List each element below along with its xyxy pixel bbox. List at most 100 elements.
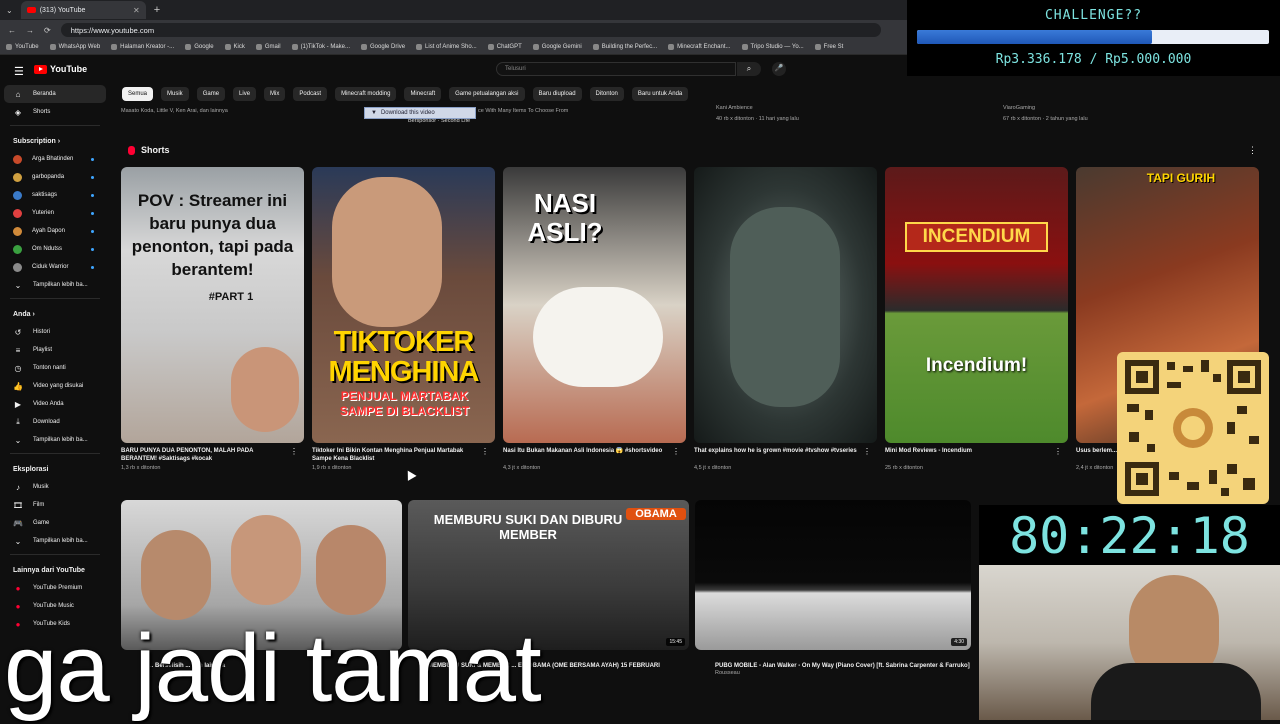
bookmark-favicon-icon bbox=[592, 44, 599, 50]
video-card[interactable]: 4:30 PUBG MOBILE - Alan Walker - On My W… bbox=[695, 500, 971, 676]
short-thumbnail[interactable]: TIKTOKER MENGHINA PENJUAL MARTABAK SAMPE… bbox=[312, 167, 495, 443]
sidebar-item-show-more-subs[interactable]: ⌄ Tampilkan lebih ba... bbox=[0, 276, 110, 294]
sidebar-item[interactable]: ● YouTube Music bbox=[0, 597, 110, 615]
bookmark-item[interactable]: ChatGPT bbox=[487, 44, 522, 50]
sidebar-item[interactable]: 👍 Video yang disukai bbox=[0, 377, 110, 395]
challenge-title: CHALLENGE?? bbox=[1044, 8, 1143, 23]
filter-chip[interactable]: Mix bbox=[264, 87, 286, 101]
sidebar-item[interactable]: ↺ Histori bbox=[0, 323, 110, 341]
sidebar-label: Om Ndutss bbox=[32, 246, 63, 252]
stream-timer: 80:22:18 bbox=[979, 505, 1280, 567]
explore-list: ♪ Musik 🎞 Film 🎮 Game ⌄ Tampilkan lebih ba... bbox=[0, 478, 110, 550]
short-thumbnail[interactable]: POV : Streamer ini baru punya dua penont… bbox=[121, 167, 304, 443]
short-card[interactable]: INCENDIUM Incendium! Mini Mod Reviews - … bbox=[885, 167, 1068, 471]
bookmark-item[interactable]: Minecraft Enchant... bbox=[668, 44, 731, 50]
filter-chip[interactable]: Baru untuk Anda bbox=[631, 87, 689, 101]
download-icon: ▼ bbox=[371, 110, 377, 116]
bookmark-item[interactable]: Building the Perfec... bbox=[592, 44, 657, 50]
filter-chip[interactable]: Game bbox=[196, 87, 226, 101]
back-icon[interactable]: ← bbox=[8, 26, 16, 35]
sidebar-item[interactable]: ⌄ Tampilkan lebih ba... bbox=[0, 532, 110, 550]
sidebar-item-subscription[interactable]: Om Ndutss bbox=[0, 240, 110, 258]
sidebar-item[interactable]: ⌄ Tampilkan lebih ba... bbox=[0, 431, 110, 449]
sidebar-item[interactable]: ▶ Video Anda bbox=[0, 395, 110, 413]
sidebar-item-subscription[interactable]: saktisags bbox=[0, 186, 110, 204]
bookmark-item[interactable]: Kick bbox=[224, 44, 245, 50]
bookmark-label: Kick bbox=[233, 44, 245, 50]
bookmark-item[interactable]: YouTube bbox=[6, 44, 39, 50]
short-thumbnail[interactable] bbox=[694, 167, 877, 443]
bookmark-favicon-icon bbox=[532, 44, 539, 50]
video-thumbnail[interactable]: 4:30 bbox=[695, 500, 971, 650]
short-card[interactable]: POV : Streamer ini baru punya dua penont… bbox=[121, 167, 304, 471]
new-tab-icon[interactable]: + bbox=[154, 4, 160, 16]
sidebar-item-shorts[interactable]: ◈ Shorts bbox=[0, 103, 110, 121]
more-options-icon[interactable]: ⋮ bbox=[672, 447, 680, 456]
short-thumbnail[interactable]: INCENDIUM Incendium! bbox=[885, 167, 1068, 443]
short-views: 1,9 rb x ditonton bbox=[312, 465, 352, 471]
more-options-icon[interactable]: ⋮ bbox=[1054, 447, 1062, 456]
bookmark-item[interactable]: Google Gemini bbox=[532, 44, 582, 50]
short-thumbnail[interactable]: NASI ASLI? bbox=[503, 167, 686, 443]
bookmark-item[interactable]: Google Drive bbox=[361, 44, 405, 50]
sidebar-item-subscription[interactable]: Ayah Dapon bbox=[0, 222, 110, 240]
microphone-icon[interactable]: 🎤 bbox=[772, 62, 786, 76]
youtube-logo[interactable]: YouTube bbox=[34, 64, 87, 74]
sidebar-label: saktisags bbox=[32, 192, 58, 198]
bookmark-item[interactable]: Halaman Kreator -... bbox=[111, 44, 174, 50]
sidebar-label: Game bbox=[33, 520, 50, 526]
bookmark-item[interactable]: List of Anime Sho... bbox=[416, 44, 477, 50]
reload-icon[interactable]: ⟳ bbox=[44, 26, 51, 35]
filter-chip[interactable]: Game petualangan aksi bbox=[449, 87, 525, 101]
short-card[interactable]: NASI ASLI? Nasi Itu Bukan Makanan Asli I… bbox=[503, 167, 686, 471]
download-video-popup[interactable]: ▼ Download this video bbox=[364, 107, 476, 119]
sidebar-item[interactable]: ● YouTube Premium bbox=[0, 579, 110, 597]
sidebar-label: Musik bbox=[33, 484, 49, 490]
bookmark-item[interactable]: Gmail bbox=[255, 44, 281, 50]
sidebar-item[interactable]: ⤓ Download bbox=[0, 413, 110, 431]
more-options-icon[interactable]: ⋮ bbox=[863, 447, 871, 456]
filter-chip[interactable]: Musik bbox=[161, 87, 189, 101]
search-input[interactable]: Telusuri bbox=[496, 62, 736, 76]
new-content-dot bbox=[91, 211, 94, 215]
sidebar-item[interactable]: 🎮 Game bbox=[0, 514, 110, 532]
sidebar-item[interactable]: ♪ Musik bbox=[0, 478, 110, 496]
bookmark-label: List of Anime Sho... bbox=[425, 44, 477, 50]
browser-tab[interactable]: (313) YouTube ✕ bbox=[20, 1, 146, 19]
sidebar-item[interactable]: ◷ Tonton nanti bbox=[0, 359, 110, 377]
sidebar-item-subscription[interactable]: Yuterien bbox=[0, 204, 110, 222]
more-options-icon[interactable]: ⋮ bbox=[481, 447, 489, 456]
thumbnail-text: INCENDIUM bbox=[905, 222, 1048, 252]
shelf-more-icon[interactable]: ⋮ bbox=[1248, 145, 1257, 156]
filter-chip[interactable]: Baru diupload bbox=[532, 87, 582, 101]
bookmark-item[interactable]: Tripo Studio — Yo... bbox=[741, 44, 804, 50]
more-options-icon[interactable]: ⋮ bbox=[290, 447, 298, 456]
sidebar-item[interactable]: 🎞 Film bbox=[0, 496, 110, 514]
subscription-heading[interactable]: Subscription › bbox=[0, 132, 110, 150]
sidebar-item-subscription[interactable]: Arga Bhatinden bbox=[0, 150, 110, 168]
sidebar-item-subscription[interactable]: Ciduk Warrior bbox=[0, 258, 110, 276]
url-field[interactable]: https://www.youtube.com bbox=[60, 23, 881, 37]
sidebar-item-home[interactable]: ⌂ Beranda bbox=[4, 85, 106, 103]
filter-chip[interactable]: Live bbox=[233, 87, 257, 101]
sidebar-item[interactable]: ≡ Playlist bbox=[0, 341, 110, 359]
filter-chip[interactable]: Podcast bbox=[293, 87, 328, 101]
thumbnail-text: POV : Streamer ini baru punya dua penont… bbox=[131, 191, 294, 279]
tab-search-icon[interactable]: ⌄ bbox=[6, 6, 13, 15]
close-tab-icon[interactable]: ✕ bbox=[133, 6, 140, 15]
filter-chip[interactable]: Minecraft bbox=[404, 87, 442, 101]
filter-chip[interactable]: Minecraft modding bbox=[335, 87, 397, 101]
you-heading[interactable]: Anda › bbox=[0, 305, 110, 323]
bookmark-item[interactable]: Free St bbox=[814, 44, 843, 50]
sidebar-item-subscription[interactable]: garbopanda bbox=[0, 168, 110, 186]
search-icon[interactable]: ⌕ bbox=[737, 62, 761, 76]
filter-chip[interactable]: Semua bbox=[122, 87, 154, 101]
forward-icon[interactable]: → bbox=[26, 26, 34, 35]
bookmark-item[interactable]: Google bbox=[185, 44, 214, 50]
bookmark-item[interactable]: (1)TikTok - Make... bbox=[291, 44, 350, 50]
filter-chip[interactable]: Ditonton bbox=[589, 87, 624, 101]
bookmark-item[interactable]: WhatsApp Web bbox=[49, 44, 100, 50]
short-card[interactable]: That explains how he is grown #movie #tv… bbox=[694, 167, 877, 471]
short-card[interactable]: TIKTOKER MENGHINA PENJUAL MARTABAK SAMPE… bbox=[312, 167, 495, 471]
menu-icon[interactable]: ☰ bbox=[14, 65, 24, 78]
